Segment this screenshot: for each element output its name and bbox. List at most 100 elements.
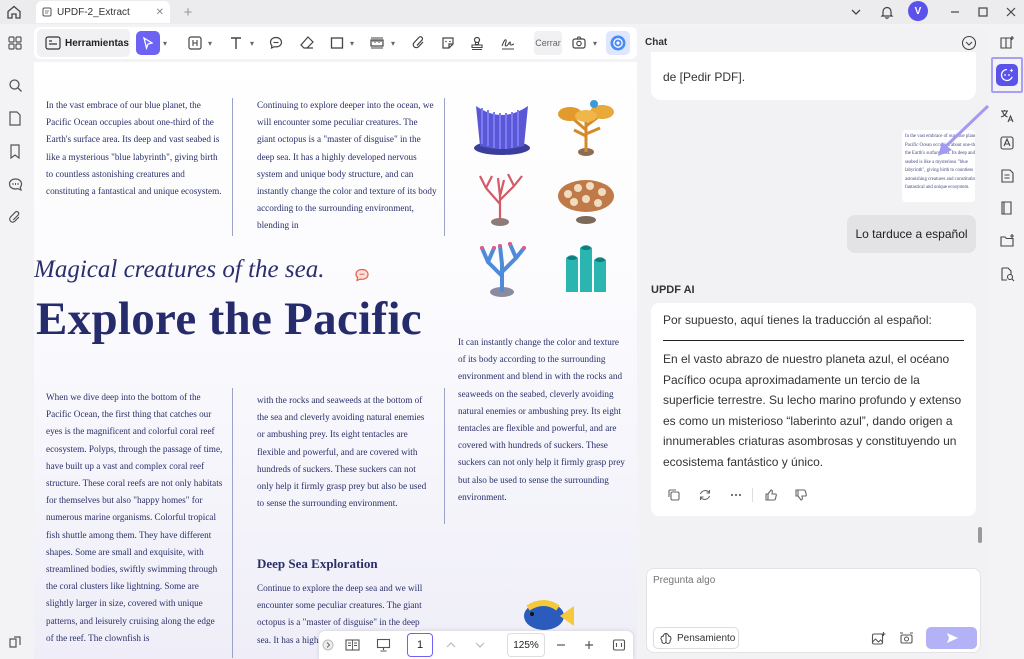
thumbnail-line: astonishing creatures and constituting a	[905, 176, 975, 182]
more-options-icon[interactable]	[727, 486, 745, 504]
chevron-down-icon[interactable]: ▾	[348, 37, 356, 49]
next-page-icon[interactable]	[470, 635, 490, 655]
ai-assistant-icon[interactable]	[606, 31, 630, 55]
chevron-down-icon[interactable]: ▾	[248, 37, 256, 49]
eraser-icon[interactable]	[297, 33, 317, 53]
new-tab-icon[interactable]: +	[178, 2, 198, 22]
arrow-pointer-icon	[912, 102, 992, 162]
ocr-text-icon[interactable]	[997, 133, 1017, 153]
close-editing-button[interactable]: Cerrar	[534, 31, 562, 55]
tools-button[interactable]: Herramientas	[37, 29, 130, 57]
regenerate-icon[interactable]	[696, 486, 714, 504]
layers-icon[interactable]	[5, 632, 25, 652]
bookmark-icon[interactable]	[5, 141, 25, 161]
zoom-in-icon[interactable]	[579, 635, 599, 655]
thumbnails-grid-icon[interactable]	[5, 33, 25, 53]
right-toolbar	[990, 26, 1024, 659]
stamp-ruler-icon[interactable]	[367, 33, 387, 53]
column-divider	[232, 388, 233, 658]
thumbnail-line: fantastical and unique ecosystem.	[905, 185, 970, 190]
assistant-name: UPDF AI	[651, 284, 695, 296]
tools-icon	[45, 36, 61, 50]
search-replace-icon[interactable]	[997, 264, 1017, 284]
comment-marker-icon[interactable]	[354, 268, 370, 282]
document-tab[interactable]: UPDF-2_Extract ✕	[36, 1, 170, 23]
comments-icon[interactable]	[5, 174, 25, 194]
orange-coral-image	[552, 96, 618, 158]
ai-chat-icon[interactable]	[996, 64, 1018, 86]
chevron-down-icon[interactable]: ▾	[206, 37, 214, 49]
chat-input-box: Pensamiento	[646, 568, 981, 653]
book-add-icon[interactable]	[997, 33, 1017, 53]
section-heading: Deep Sea Exploration	[257, 556, 378, 571]
form-icon[interactable]	[997, 166, 1017, 186]
chat-scrollbar[interactable]	[978, 527, 982, 543]
avatar[interactable]: V	[908, 1, 928, 21]
close-tab-icon[interactable]: ✕	[156, 7, 164, 18]
folder-add-icon[interactable]	[997, 231, 1017, 251]
close-window-icon[interactable]	[1001, 2, 1021, 22]
pdf-page[interactable]: In the vast embrace of our blue planet, …	[34, 62, 637, 659]
chevron-down-icon[interactable]	[846, 2, 866, 22]
thumbs-down-icon[interactable]	[792, 486, 810, 504]
zoom-out-icon[interactable]	[551, 635, 571, 655]
comment-icon[interactable]	[266, 33, 286, 53]
zoom-level[interactable]: 125%	[507, 633, 545, 657]
chevron-down-icon[interactable]: ▾	[591, 37, 599, 49]
purple-anemone-image	[468, 96, 534, 158]
column-2-top-text: Continuing to explore deeper into the oc…	[257, 100, 437, 231]
tools-label: Herramientas	[65, 37, 129, 49]
column-divider	[444, 388, 445, 524]
select-cursor-icon[interactable]	[136, 31, 160, 55]
page-layout-icon[interactable]	[342, 635, 362, 655]
title-bar: UPDF-2_Extract ✕ + V	[0, 0, 1024, 24]
pages-icon[interactable]	[5, 108, 25, 128]
attachment-icon[interactable]	[5, 207, 25, 227]
presentation-icon[interactable]	[373, 635, 393, 655]
column-divider	[232, 98, 233, 236]
column-1-bottom-text: When we dive deep into the bottom of the…	[46, 392, 223, 643]
stamp-icon[interactable]	[467, 33, 487, 53]
screen-capture-icon[interactable]	[897, 629, 915, 647]
collapse-arrow-icon[interactable]	[321, 635, 335, 655]
thumbnail-line: labyrinth", giving birth to countless	[905, 168, 974, 173]
fit-page-icon[interactable]	[609, 635, 629, 655]
page-navigation-bar: 1 125%	[319, 631, 633, 659]
minimize-chat-icon[interactable]	[960, 34, 978, 52]
text-box-icon[interactable]	[185, 33, 205, 53]
attach-file-icon[interactable]	[408, 33, 428, 53]
brain-icon	[660, 632, 672, 644]
sticker-icon[interactable]	[438, 33, 458, 53]
previous-message-text: de [Pedir PDF].	[663, 70, 746, 84]
assistant-message: Por supuesto, aquí tienes la traducción …	[651, 303, 976, 516]
maximize-icon[interactable]	[973, 2, 993, 22]
thinking-mode-button[interactable]: Pensamiento	[653, 627, 739, 649]
chevron-down-icon[interactable]: ▾	[161, 37, 169, 49]
thumbs-up-icon[interactable]	[762, 486, 780, 504]
chevron-down-icon[interactable]: ▾	[389, 37, 397, 49]
search-icon[interactable]	[5, 75, 25, 95]
chat-input[interactable]	[653, 575, 953, 586]
previous-assistant-message: de [Pedir PDF].	[651, 52, 976, 100]
copy-icon[interactable]	[665, 486, 683, 504]
send-button[interactable]	[926, 627, 977, 649]
signature-icon[interactable]	[498, 33, 518, 53]
previous-page-icon[interactable]	[441, 635, 461, 655]
rectangle-icon[interactable]	[327, 33, 347, 53]
thinking-label: Pensamiento	[677, 632, 736, 644]
left-sidebar	[0, 24, 30, 659]
document-subtitle: Magical creatures of the sea.	[34, 256, 325, 283]
screenshot-icon[interactable]	[569, 33, 589, 53]
chat-title: Chat	[645, 37, 668, 48]
blue-branch-coral-image	[468, 236, 534, 298]
add-image-icon[interactable]	[869, 629, 887, 647]
text-icon[interactable]	[226, 33, 246, 53]
translate-icon[interactable]	[997, 106, 1017, 126]
book-icon[interactable]	[997, 198, 1017, 218]
divider	[663, 340, 964, 341]
notification-bell-icon[interactable]	[877, 2, 897, 22]
home-icon[interactable]	[4, 2, 24, 22]
page-number-input[interactable]: 1	[407, 633, 433, 657]
document-title: Explore the Pacific	[36, 293, 422, 345]
minimize-icon[interactable]	[945, 2, 965, 22]
